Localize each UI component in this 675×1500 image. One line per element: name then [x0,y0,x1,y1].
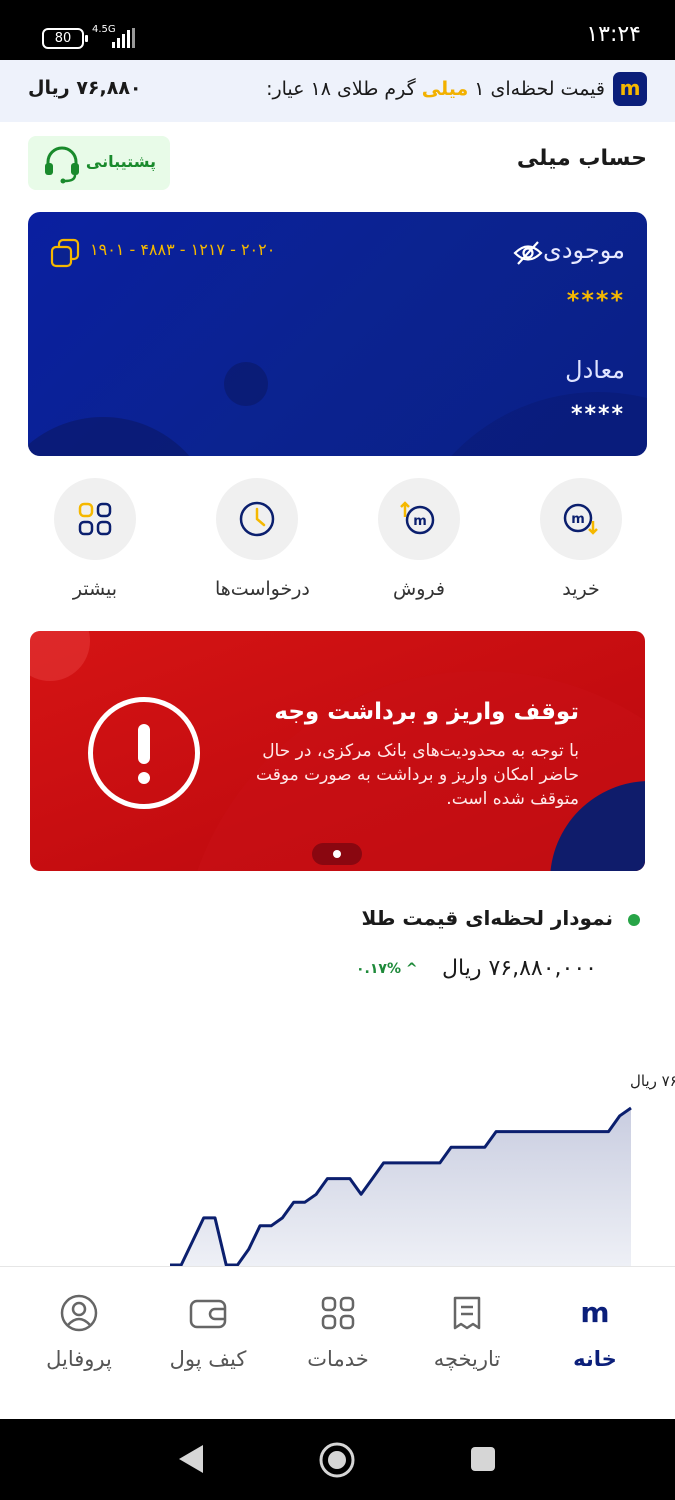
back-icon[interactable] [176,1443,206,1475]
carousel-indicator[interactable] [312,843,362,865]
banner-title: توقف واریز و برداشت وجه [274,699,579,725]
alert-banner[interactable]: توقف واریز و برداشت وجه با توجه به محدود… [30,631,645,871]
home-button-icon[interactable] [318,1441,356,1479]
balance-card: موجودی **** معادل **** ۱۹۰۱ - ۴۸۸۳ - ۱۲۱… [28,212,647,456]
profile-icon [60,1294,98,1332]
balance-label: موجودی [543,236,625,264]
clock-icon [239,501,275,537]
nav-history[interactable]: تاریخچه [402,1293,532,1371]
home-logo-icon: m [580,1296,609,1329]
alert-icon [88,697,200,809]
sell-label: فروش [393,578,445,600]
account-number: ۱۹۰۱ - ۴۸۸۳ - ۱۲۱۷ - ۲۰۲۰ [90,240,276,259]
chart-title: نمودار لحظه‌ای قیمت طلا [361,906,613,930]
buy-icon: m [563,503,598,535]
buy-label: خرید [562,578,600,600]
nav-wallet[interactable]: کیف پول [143,1293,273,1371]
svg-text:m: m [413,514,427,529]
svg-text:m: m [571,512,585,527]
signal-icon [112,28,138,48]
nav-profile-label: پروفایل [46,1347,112,1371]
gold-price-chart: ۷۶,۸۸۰,۰۰۰ ریال [170,1072,675,1266]
price-change-value: ۰.۱۷% [356,961,401,977]
chart-current-price: ۷۶,۸۸۰,۰۰۰ ریال [442,956,597,981]
gold-price-text: قیمت لحظه‌ای ۱ میلی گرم طلای ۱۸ عیار: [266,78,605,100]
recents-icon[interactable] [470,1446,496,1472]
nav-profile[interactable]: پروفایل [14,1293,144,1371]
up-arrow-icon: ^ [405,961,418,977]
nav-home[interactable]: m خانه [530,1293,660,1371]
grid-icon [78,502,112,536]
live-indicator [628,914,640,926]
equivalent-label: معادل [565,356,625,384]
nav-services[interactable]: خدمات [273,1293,403,1371]
support-label: پشتیبانی [85,152,156,171]
wallet-icon [189,1299,227,1329]
sell-icon: m [400,501,435,535]
battery-level: 80 [54,31,72,46]
price-change: ۰.۱۷% ^ [356,961,418,977]
buy-button[interactable]: m خرید [539,478,623,600]
nav-services-label: خدمات [307,1347,369,1371]
nav-wallet-label: کیف پول [169,1347,247,1371]
eye-off-icon[interactable] [513,240,543,266]
nav-home-label: خانه [573,1347,617,1371]
battery-icon: 80 [42,28,88,49]
status-bar: 80 4.5G ۱۳:۲۴ [0,0,675,60]
gold-price-value: ۷۶,۸۸۰ ریال [28,77,142,99]
gold-price-banner[interactable]: m قیمت لحظه‌ای ۱ میلی گرم طلای ۱۸ عیار: … [0,60,675,122]
headset-icon [45,146,79,184]
copy-icon[interactable] [50,238,80,268]
requests-button[interactable]: درخواست‌ها [215,478,310,600]
brand-logo-icon: m [613,72,647,106]
nav-history-label: تاریخچه [433,1347,501,1371]
system-navigation-bar [0,1419,675,1500]
chart-last-value-label: ۷۶,۸۸۰,۰۰۰ ریال [630,1072,675,1090]
clock: ۱۳:۲۴ [586,22,641,47]
more-button[interactable]: بیشتر [53,478,137,600]
sell-button[interactable]: m فروش [377,478,461,600]
more-label: بیشتر [72,578,118,600]
services-icon [321,1296,355,1330]
support-button[interactable]: پشتیبانی [28,136,170,190]
requests-label: درخواست‌ها [215,578,310,600]
equivalent-value: **** [570,402,625,427]
svg-text:m: m [580,1296,609,1329]
banner-description: با توجه به محدودیت‌های بانک مرکزی، در حا… [256,741,579,809]
balance-value: **** [566,286,625,314]
bottom-navigation: m خانه تاریخچه خدمات کیف پول پروفایل [0,1266,675,1420]
page-title: حساب میلی [516,146,647,171]
history-icon [453,1296,481,1330]
